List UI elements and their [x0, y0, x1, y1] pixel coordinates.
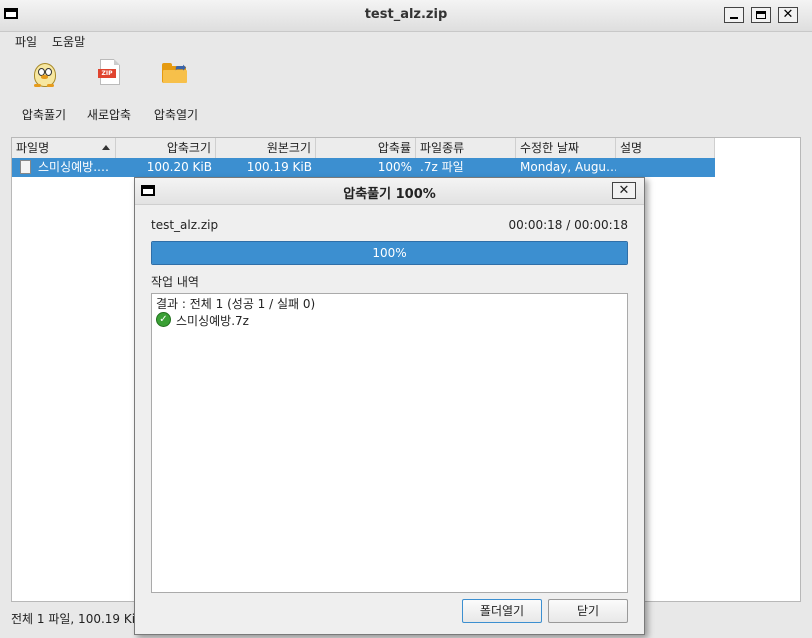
sort-ascending-icon [102, 145, 110, 150]
cell-original: 100.19 KiB [246, 160, 312, 174]
file-icon [20, 160, 31, 174]
open-archive-button[interactable]: ➦ 압축열기 [144, 57, 208, 123]
header-description[interactable]: 설명 [616, 138, 715, 158]
table-row[interactable]: 스미싱예방.… 100.20 KiB 100.19 KiB 100% .7z 파… [12, 158, 715, 177]
dialog-title: 압축풀기 100% [343, 187, 436, 202]
penguin-icon [28, 57, 60, 89]
cell-ratio: 100% [377, 160, 412, 174]
log-label: 작업 내역 [151, 275, 199, 289]
progress-bar: 100% [151, 241, 628, 265]
progress-text: 100% [372, 246, 407, 260]
cell-name: 스미싱예방.… [38, 160, 110, 174]
header-compressed[interactable]: 압축크기 [116, 138, 216, 158]
main-titlebar: test_alz.zip [0, 0, 812, 32]
check-icon: ✓ [156, 312, 171, 327]
toolbar: 압축풀기 ZIP 새로압축 ➦ 압축열기 [0, 51, 812, 129]
header-original[interactable]: 원본크기 [216, 138, 316, 158]
table-header: 파일명 압축크기 원본크기 압축률 파일종류 수정한 날짜 설명 [12, 138, 715, 159]
minimize-button[interactable] [724, 7, 744, 23]
header-type[interactable]: 파일종류 [416, 138, 516, 158]
extract-button[interactable]: 압축풀기 [12, 57, 76, 123]
open-folder-button[interactable]: 폴더열기 [462, 599, 542, 623]
dialog-titlebar: 압축풀기 100% ✕ [135, 178, 644, 205]
extract-label: 압축풀기 [21, 108, 67, 122]
elapsed-time: 00:00:18 / 00:00:18 [508, 218, 628, 232]
window-title: test_alz.zip [364, 7, 448, 22]
header-modified[interactable]: 수정한 날짜 [516, 138, 616, 158]
log-item: 스미싱예방.7z [176, 314, 249, 328]
maximize-button[interactable] [751, 7, 771, 23]
folder-open-icon: ➦ [160, 57, 192, 89]
new-archive-label: 새로압축 [86, 108, 132, 122]
extract-progress-dialog: 압축풀기 100% ✕ test_alz.zip 00:00:18 / 00:0… [134, 177, 645, 635]
status-bar: 전체 1 파일, 100.19 KiB [11, 612, 144, 626]
dialog-close-icon[interactable]: ✕ [612, 182, 636, 199]
header-name[interactable]: 파일명 [12, 138, 116, 158]
cell-description [616, 158, 715, 177]
cell-type: .7z 파일 [420, 160, 464, 174]
archive-filename: test_alz.zip [151, 218, 219, 232]
menu-file[interactable]: 파일 [15, 33, 37, 50]
log-result: 결과 : 전체 1 (성공 1 / 실패 0) [156, 297, 316, 311]
cell-compressed: 100.20 KiB [146, 160, 212, 174]
log-list[interactable]: 결과 : 전체 1 (성공 1 / 실패 0) ✓ 스미싱예방.7z [151, 293, 628, 593]
menubar: 파일 도움말 [0, 31, 812, 51]
close-window-button[interactable] [778, 7, 798, 23]
close-button[interactable]: 닫기 [548, 599, 628, 623]
cell-modified: Monday, Augu… [520, 160, 616, 174]
menu-help[interactable]: 도움말 [52, 33, 85, 50]
zip-file-icon: ZIP [93, 57, 125, 89]
new-archive-button[interactable]: ZIP 새로압축 [77, 57, 141, 123]
open-archive-label: 압축열기 [153, 108, 199, 122]
header-ratio[interactable]: 압축률 [316, 138, 416, 158]
